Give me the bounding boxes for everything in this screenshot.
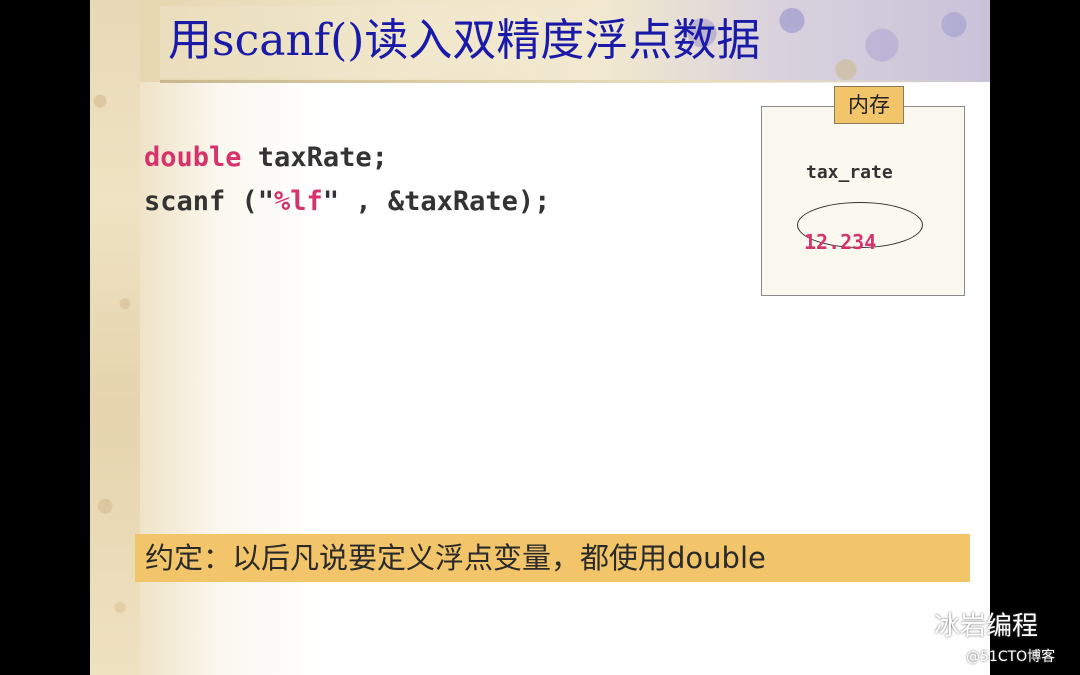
watermark-name: 冰岩编程 [934, 611, 1039, 642]
code-scanf-prefix: scanf (" [144, 186, 275, 217]
code-line-scanf: scanf ("%lf" , &taxRate); [144, 186, 550, 217]
title-underline [160, 80, 990, 83]
parchment-strip [90, 0, 140, 675]
code-format-specifier: %lf [274, 186, 323, 217]
note-text: 约定：以后凡说要定义浮点变量，都使用double [145, 541, 766, 575]
variable-name: tax_rate [806, 162, 893, 183]
wechat-icon [900, 615, 929, 638]
code-declaration-rest: taxRate; [241, 142, 388, 173]
code-keyword-double: double [144, 142, 242, 173]
memory-box [761, 106, 965, 296]
code-line-declaration: double taxRate; [144, 142, 388, 173]
memory-label: 内存 [834, 86, 904, 124]
slide: 用scanf()读入双精度浮点数据 double taxRate; scanf … [90, 0, 990, 675]
slide-title: 用scanf()读入双精度浮点数据 [168, 15, 761, 66]
note-bar: 约定：以后凡说要定义浮点变量，都使用double [135, 534, 970, 582]
watermark-sub: @51CTO博客 [966, 649, 1056, 665]
variable-value: 12.234 [804, 230, 877, 254]
code-scanf-suffix: " , &taxRate); [322, 186, 551, 217]
watermark-brand: 冰岩编程 [900, 606, 1038, 646]
